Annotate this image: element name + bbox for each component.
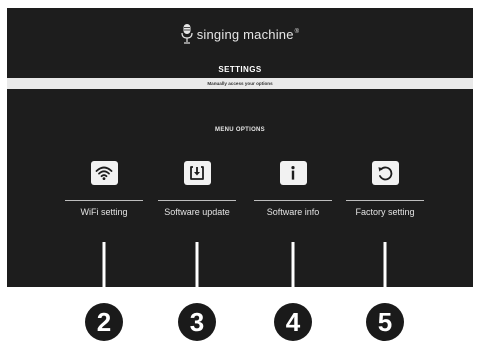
callout-badge-2: 2 xyxy=(97,307,111,337)
callout-badge-3: 3 xyxy=(190,307,204,337)
callout-software-update: 3 xyxy=(178,242,216,341)
callout-badge-5: 5 xyxy=(378,307,392,337)
callout-wifi: 2 xyxy=(85,242,123,341)
callout-badge-4: 4 xyxy=(286,307,301,337)
callout-annotations: 2 3 4 5 xyxy=(85,242,404,341)
callout-software-info: 4 xyxy=(274,242,312,341)
callout-factory-setting: 5 xyxy=(366,242,404,341)
